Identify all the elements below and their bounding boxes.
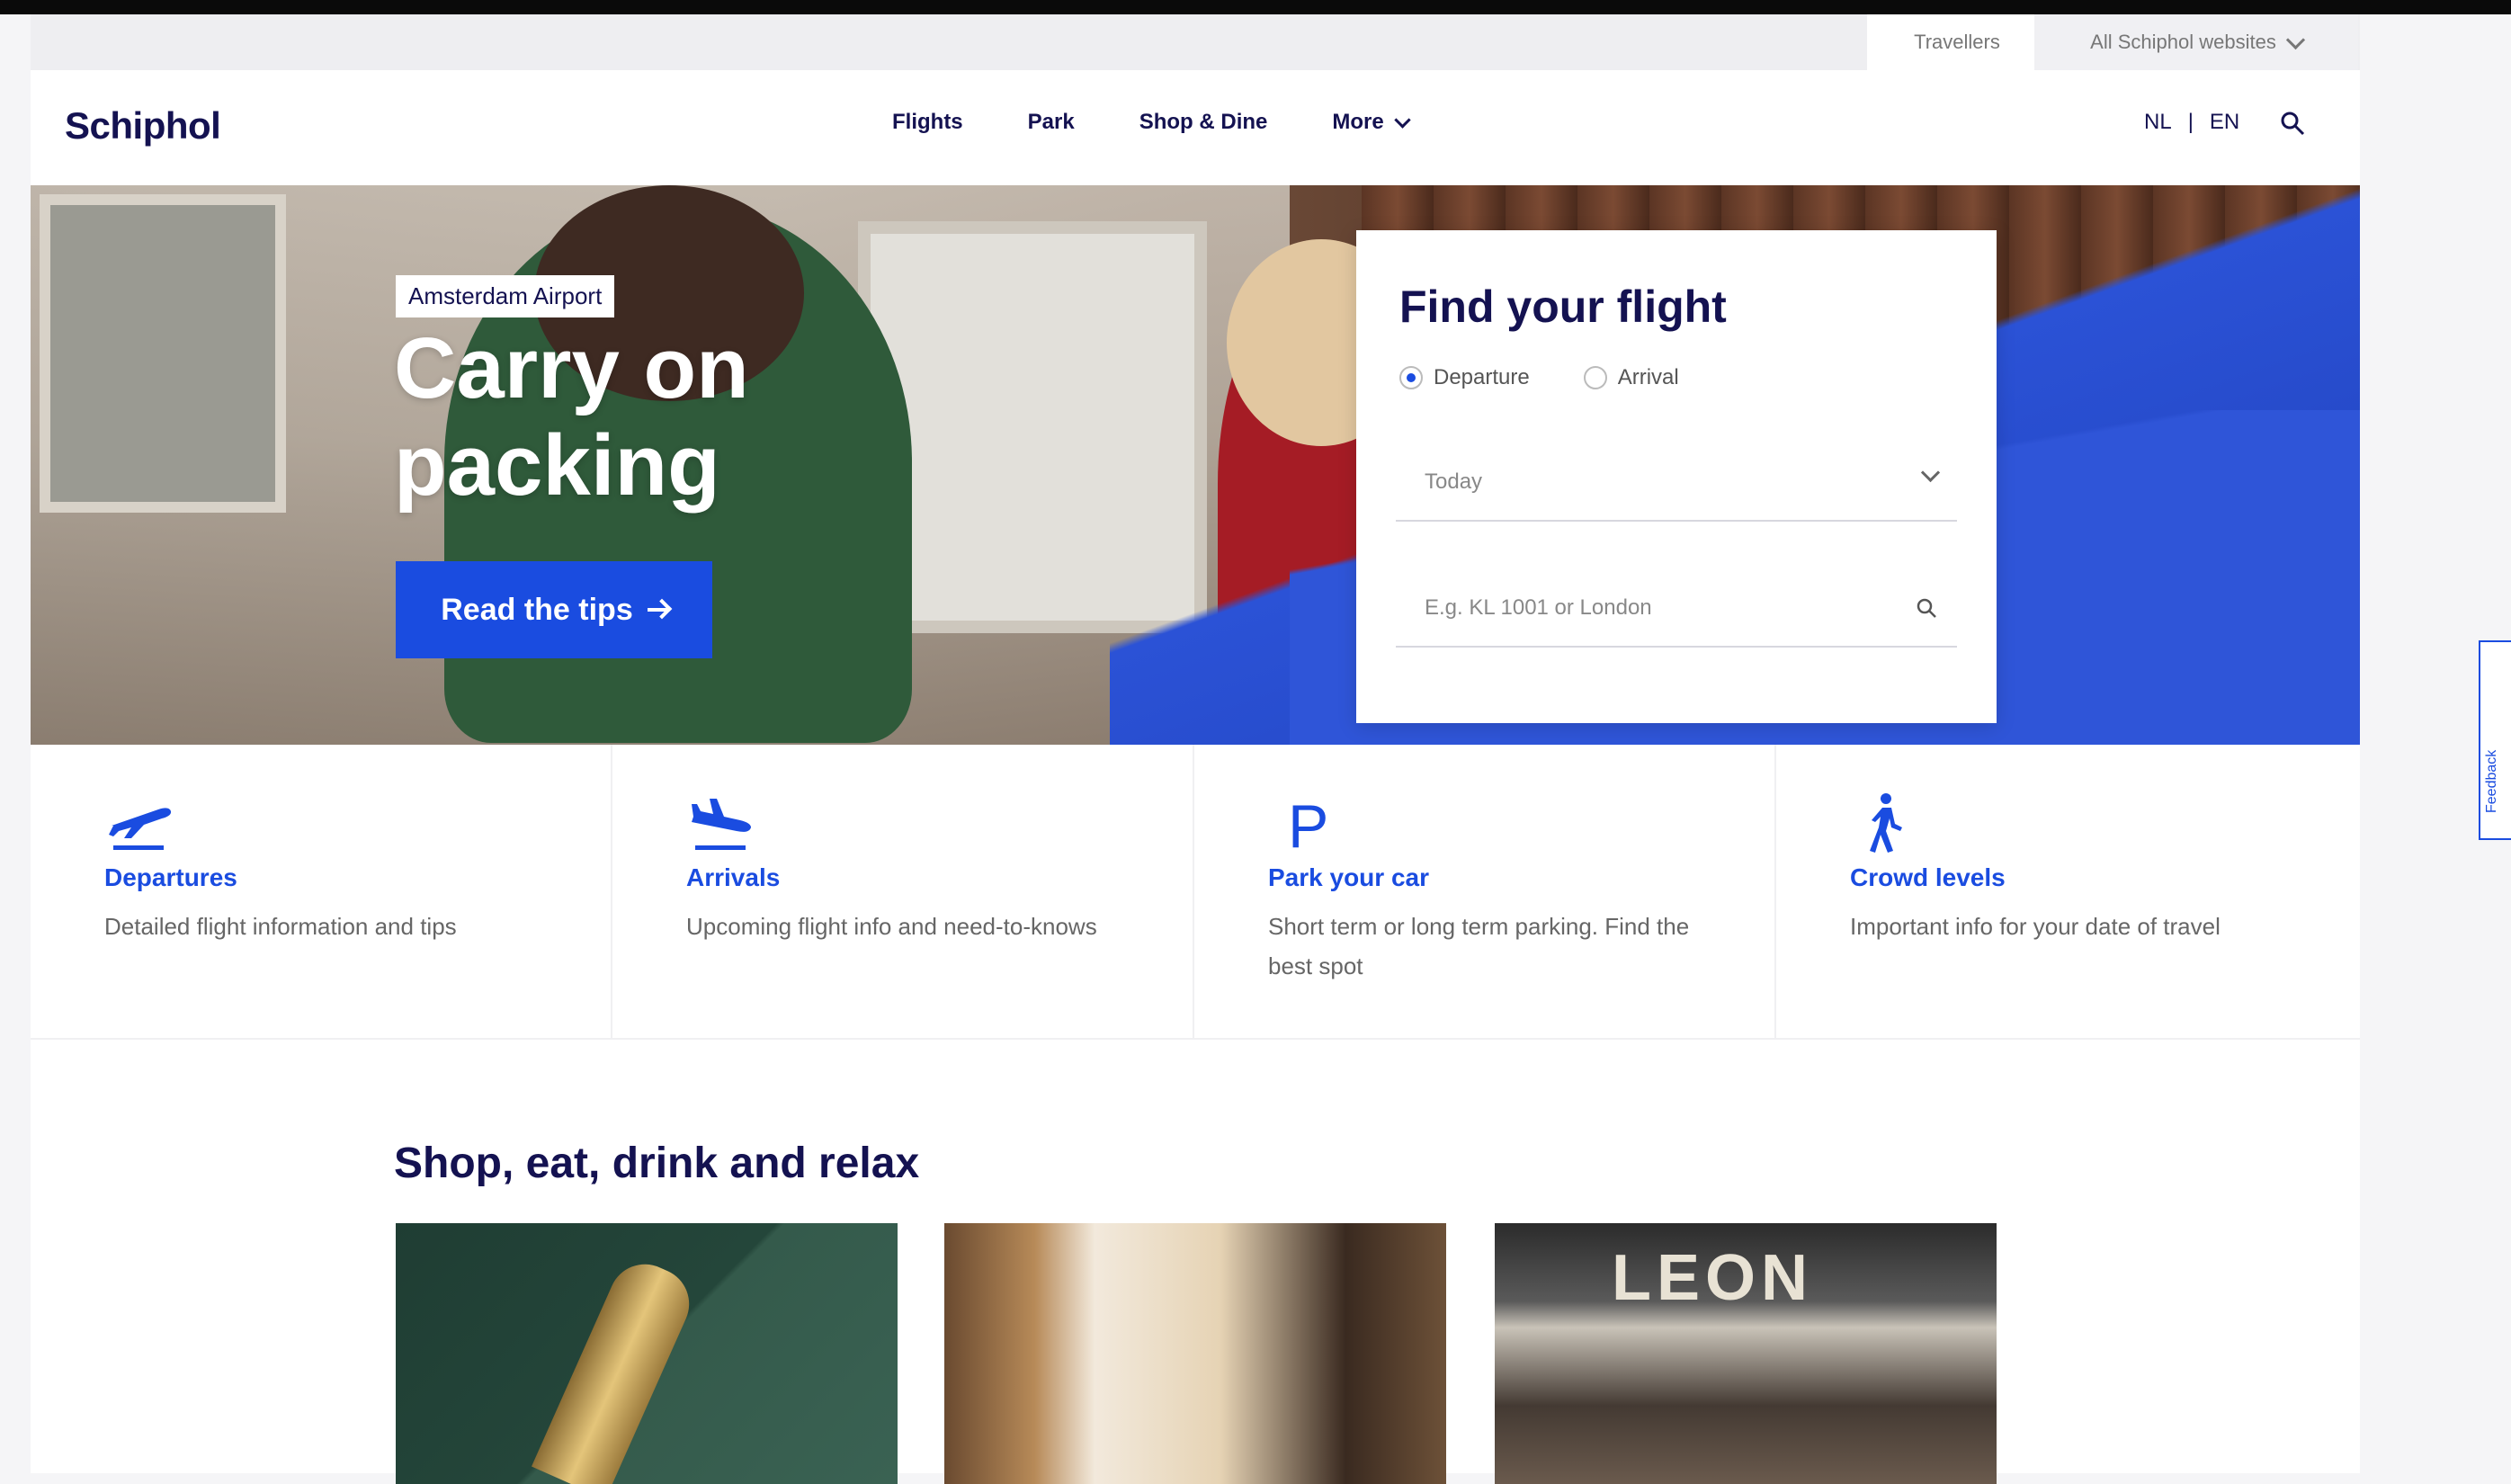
travellers-link[interactable]: Travellers: [1867, 14, 2047, 70]
plane-departure-icon: [109, 808, 172, 850]
radio-button-unchecked[interactable]: [1583, 366, 1607, 389]
radio-arrival-label: Arrival: [1617, 365, 1679, 389]
svg-text:P: P: [1288, 792, 1328, 854]
page: Schiphol Flights Park Shop & Dine More N…: [31, 70, 2360, 1484]
radio-arrival[interactable]: Arrival: [1583, 365, 1679, 390]
hero-title-line: packing: [394, 417, 720, 514]
feedback-tab-label: Feedback: [2484, 749, 2499, 813]
utility-bar: Travellers All Schiphol websites: [31, 14, 2360, 70]
travellers-label: Travellers: [1914, 31, 2000, 53]
shop-card[interactable]: LEON: [1495, 1223, 1997, 1484]
hero-title-line: Carry on: [394, 320, 749, 416]
quick-link-text: Upcoming flight info and need-to-knows: [686, 913, 1097, 940]
lang-en[interactable]: EN: [2210, 110, 2239, 135]
hero-title: Carry on packing: [394, 320, 749, 514]
quick-link-text: Short term or long term parking. Find th…: [1268, 913, 1690, 979]
lang-nl[interactable]: NL: [2144, 110, 2172, 135]
quick-link-park[interactable]: P Park your car Short term or long term …: [1194, 745, 1776, 1038]
find-flight-card: Find your flight Departure Arrival Today…: [1356, 230, 1997, 723]
walking-person-icon: [1870, 793, 1902, 853]
plane-arrival-icon: [692, 799, 751, 850]
quick-link-title: Park your car: [1268, 863, 1429, 891]
search-icon[interactable]: [1916, 597, 1937, 619]
browser-top-edge: [0, 0, 2511, 14]
radio-button-checked[interactable]: [1399, 366, 1423, 389]
shop-card[interactable]: [396, 1223, 898, 1484]
chevron-down-icon: [1394, 111, 1411, 129]
all-websites-dropdown[interactable]: All Schiphol websites: [2034, 14, 2358, 70]
shop-section-title: Shop, eat, drink and relax: [394, 1140, 920, 1187]
champagne-bottle-image: [532, 1252, 701, 1484]
main-nav: Flights Park Shop & Dine More: [892, 110, 1411, 135]
nav-more-label: More: [1332, 110, 1384, 134]
hero-badge: Amsterdam Airport: [396, 275, 615, 317]
leon-sign: LEON: [1612, 1242, 1814, 1314]
radio-departure[interactable]: Departure: [1399, 365, 1530, 390]
parking-icon: P: [1288, 792, 1328, 854]
nav-park[interactable]: Park: [1028, 110, 1075, 135]
flight-search-placeholder: E.g. KL 1001 or London: [1425, 595, 1652, 620]
find-flight-title: Find your flight: [1399, 282, 1727, 332]
hero-banner: Amsterdam Airport Carry on packing Read …: [31, 185, 2360, 745]
quick-link-arrivals[interactable]: Arrivals Upcoming flight info and need-t…: [612, 745, 1194, 1038]
flight-direction-radios: Departure Arrival: [1399, 365, 1679, 390]
quick-link-text: Important info for your date of travel: [1850, 913, 2221, 940]
quick-link-title: Arrivals: [686, 863, 781, 891]
lang-separator: |: [2187, 110, 2194, 134]
schiphol-logo[interactable]: Schiphol: [65, 104, 221, 148]
site-header: Schiphol Flights Park Shop & Dine More N…: [31, 70, 2360, 185]
flight-search-input[interactable]: E.g. KL 1001 or London: [1396, 570, 1957, 648]
read-tips-button[interactable]: Read the tips: [396, 561, 712, 658]
hero-window: [40, 194, 286, 513]
shop-card[interactable]: [944, 1223, 1446, 1484]
quick-link-text: Detailed flight information and tips: [104, 913, 457, 940]
quick-link-title: Crowd levels: [1850, 863, 2006, 891]
search-icon[interactable]: [2279, 110, 2306, 137]
read-tips-label: Read the tips: [441, 592, 633, 627]
chevron-down-icon: [2285, 30, 2305, 49]
nav-flights[interactable]: Flights: [892, 110, 963, 135]
quick-link-title: Departures: [104, 863, 237, 891]
quick-link-departures[interactable]: Departures Detailed flight information a…: [31, 745, 612, 1038]
all-websites-label: All Schiphol websites: [2090, 31, 2276, 53]
quick-link-crowd[interactable]: Crowd levels Important info for your dat…: [1776, 745, 2358, 1038]
shop-section: Shop, eat, drink and relax LEON: [31, 1058, 2360, 1484]
feedback-tab[interactable]: Feedback: [2479, 640, 2511, 840]
nav-shop-dine[interactable]: Shop & Dine: [1139, 110, 1268, 135]
chevron-down-icon: [1920, 462, 1941, 483]
language-switch: NL | EN: [2144, 110, 2239, 135]
quick-links: Departures Detailed flight information a…: [31, 745, 2360, 1040]
nav-more[interactable]: More: [1332, 110, 1411, 135]
arrow-right-icon: [647, 608, 667, 612]
radio-departure-label: Departure: [1434, 365, 1530, 389]
date-select-value: Today: [1425, 469, 1483, 494]
date-select[interactable]: Today: [1396, 444, 1957, 522]
